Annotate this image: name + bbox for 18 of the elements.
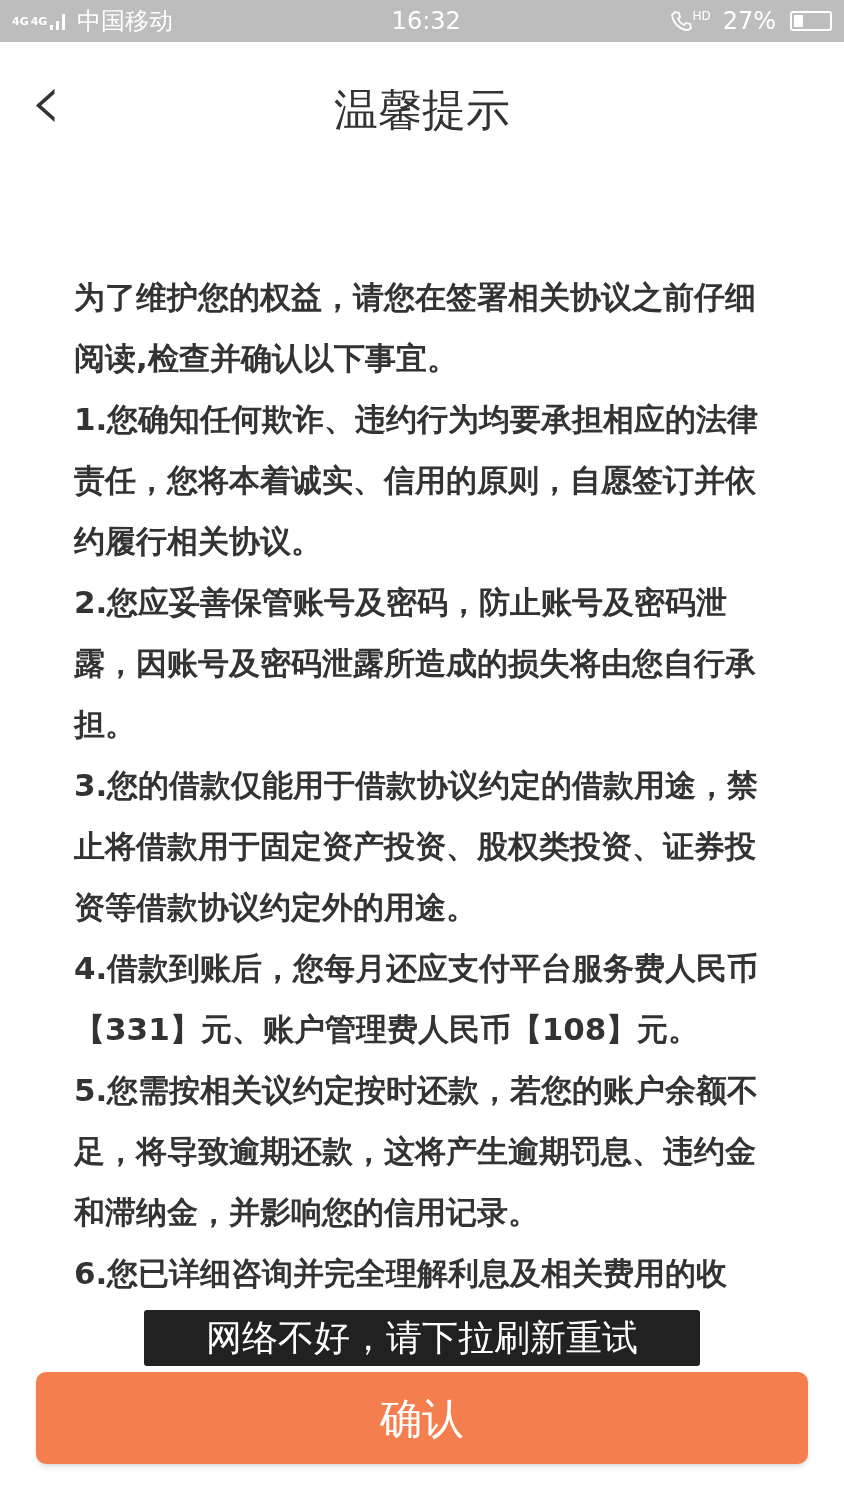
notice-paragraph: 5.您需按相关议约定按时还款，若您的账户余额不足，将导致逾期还款，这将产生逾期罚息、违约金和滞纳金，并影响您的信用记录。 [74,1071,760,1232]
toast: 网络不好，请下拉刷新重试 [144,1310,700,1366]
notice-paragraph: 3.您的借款仅能用于借款协议约定的借款用途，禁止将借款用于固定资产投资、股权类投资、证券投资等借款协议约定外的用途。 [74,766,760,927]
battery-icon [790,11,832,31]
network-label: 4G [30,15,48,27]
carrier-name: 中国移动 [77,6,174,37]
phone-icon [670,9,695,33]
back-button[interactable]: ‹ [30,62,62,142]
notice-paragraph: 1.您确知任何欺诈、违约行为均要承担相应的法律责任，您将本着诚实、信用的原则，自愿签订并依约履行相关协议。 [74,400,760,561]
network-label: 4G [12,15,29,27]
notice-paragraph: 6.您已详细咨询并完全理解利息及相关费用的收 [74,1254,729,1293]
notice-paragraph: 为了维护您的权益，请您在签署相关协议之前仔细阅读,检查并确认以下事宜。 [74,278,757,378]
notice-paragraph: 2.您应妥善保管账号及密码，防止账号及密码泄露，因账号及密码泄露所造成的损失将由您自行承担。 [74,583,757,744]
battery-percent: 27% [722,6,776,37]
hd-label: HD [692,8,711,25]
notice-paragraph: 4.借款到账后，您每月还应支付平台服务费人民币【331】元、账户管理费人民币【108】元。 [74,949,760,1049]
page-title: 温馨提示 [334,82,510,137]
clock: 16:32 [390,6,462,37]
